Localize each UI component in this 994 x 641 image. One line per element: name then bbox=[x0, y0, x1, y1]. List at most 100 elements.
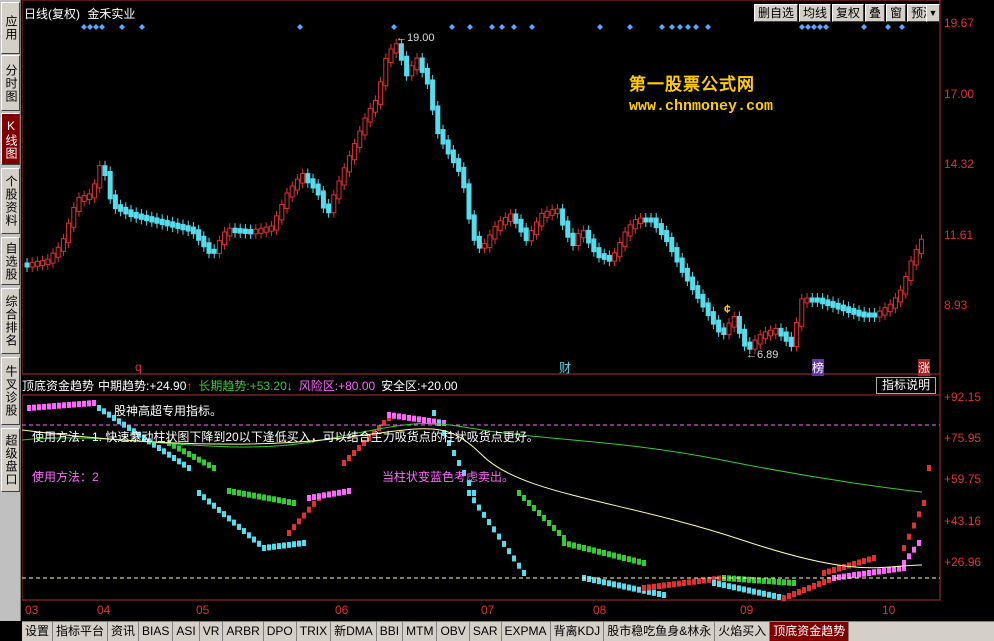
candle-body bbox=[352, 143, 358, 161]
indicator-bar bbox=[117, 418, 121, 425]
candle-body bbox=[294, 178, 300, 191]
indicator-bar bbox=[602, 579, 606, 586]
sidebar-tab[interactable]: 牛叉诊股 bbox=[1, 357, 20, 425]
indicator-tab[interactable]: OBV bbox=[437, 622, 470, 641]
indicator-help-button[interactable]: 指标说明 bbox=[876, 377, 937, 394]
indicator-bar bbox=[787, 579, 791, 586]
candle-body bbox=[700, 293, 706, 308]
signal-diamond-icon bbox=[705, 24, 711, 30]
indicator-tab[interactable]: BIAS bbox=[139, 622, 174, 641]
indicator-value-number: +20.00 bbox=[420, 379, 458, 393]
indicator-bar bbox=[197, 456, 201, 463]
indicator-bar bbox=[287, 541, 291, 548]
indicator-bar bbox=[627, 584, 631, 591]
indicator-bar bbox=[427, 417, 431, 424]
candle-body bbox=[731, 315, 737, 328]
candle-body bbox=[918, 238, 924, 255]
event-mark-q[interactable]: q bbox=[135, 360, 142, 374]
indicator-bar bbox=[827, 568, 831, 575]
sidebar-tab[interactable]: 个股资料 bbox=[1, 168, 20, 234]
candle-body bbox=[107, 171, 113, 200]
period-label[interactable]: 日线(复权) bbox=[24, 7, 80, 21]
candle-body bbox=[138, 213, 144, 220]
signal-diamond-icon bbox=[861, 24, 867, 30]
indicator-bar bbox=[502, 540, 506, 547]
indicator-tab[interactable]: 背离KDJ bbox=[551, 622, 605, 641]
indicator-bar bbox=[337, 489, 341, 496]
toolbar-dropdown-icon[interactable]: ▼ bbox=[926, 4, 940, 22]
toolbar-button[interactable]: 删自选 bbox=[754, 4, 799, 22]
indicator-tab[interactable]: 设置 bbox=[22, 622, 54, 641]
sidebar-tab[interactable]: 应用 bbox=[1, 2, 20, 54]
toolbar-button[interactable]: 叠 bbox=[865, 4, 886, 22]
indicator-bar bbox=[292, 524, 296, 531]
indicator-bar bbox=[182, 461, 186, 468]
candle-body bbox=[882, 307, 888, 316]
candle-body bbox=[825, 299, 831, 307]
indicator-bar bbox=[207, 462, 211, 469]
candle-body bbox=[279, 203, 285, 221]
candle-body bbox=[695, 285, 701, 299]
indicator-bar bbox=[307, 506, 311, 513]
indicator-tab[interactable]: SAR bbox=[470, 622, 502, 641]
event-mark-finance[interactable]: 财 bbox=[559, 359, 571, 376]
indicator-tab[interactable]: VR bbox=[200, 622, 224, 641]
signal-diamond-icon bbox=[529, 24, 535, 30]
indicator-bar bbox=[37, 404, 41, 411]
indicator-tab[interactable]: 顶底资金趋势 bbox=[770, 622, 850, 641]
candle-body bbox=[123, 206, 129, 215]
toolbar-button[interactable]: 均线 bbox=[799, 4, 832, 22]
candle-body bbox=[612, 252, 618, 262]
indicator-bar bbox=[762, 590, 766, 597]
indicator-tab[interactable]: EXPMA bbox=[502, 622, 551, 641]
indicator-tab[interactable]: TRIX bbox=[297, 622, 332, 641]
indicator-tab[interactable]: 指标平台 bbox=[53, 622, 109, 641]
signal-diamond-icon bbox=[93, 24, 99, 30]
price-chart[interactable] bbox=[22, 0, 994, 601]
candle-body bbox=[232, 227, 238, 234]
candle-body bbox=[492, 225, 498, 240]
signal-diamond-icon bbox=[391, 24, 397, 30]
indicator-bar bbox=[812, 583, 816, 589]
indicator-note-2: 使用方法：1. 快速紫动柱状图下降到20以下逢低买入，可以结合主力吸货点的柱状吸… bbox=[32, 430, 539, 444]
indicator-name[interactable]: 顶底资金趋势 bbox=[22, 378, 94, 395]
candle-body bbox=[658, 223, 664, 236]
candle-body bbox=[908, 260, 914, 282]
sidebar-tab[interactable]: 综合排名 bbox=[1, 288, 20, 354]
event-mark-list[interactable]: 榜 bbox=[812, 359, 825, 376]
indicator-bar bbox=[62, 402, 66, 409]
indicator-bar bbox=[242, 490, 246, 497]
sidebar-tab[interactable]: 分时图 bbox=[1, 55, 20, 111]
indicator-tab[interactable]: 股市稳吃鱼身&林永 bbox=[604, 622, 716, 641]
candle-body bbox=[320, 190, 326, 209]
candle-body bbox=[149, 216, 155, 223]
indicator-bar bbox=[352, 450, 356, 456]
indicator-bar bbox=[82, 400, 86, 407]
indicator-bar bbox=[732, 575, 736, 582]
sidebar-tab[interactable]: 超级盘口 bbox=[1, 428, 20, 492]
indicator-tab[interactable]: 资讯 bbox=[108, 622, 140, 641]
indicator-tab[interactable]: DPO bbox=[264, 622, 297, 641]
indicator-tab[interactable]: ARBR bbox=[223, 622, 264, 641]
indicator-tab[interactable]: 火焰买入 bbox=[715, 622, 771, 641]
indicator-tab[interactable]: ASI bbox=[173, 622, 200, 641]
toolbar-button[interactable]: 窗 bbox=[886, 4, 907, 22]
indicator-tab[interactable]: BBI bbox=[377, 622, 404, 641]
candle-body bbox=[34, 260, 40, 267]
indicator-tab[interactable]: MTM bbox=[403, 622, 438, 641]
indicator-bar bbox=[97, 405, 101, 411]
candle-body bbox=[851, 308, 857, 315]
indicator-value: 风险区:+80.00 bbox=[299, 379, 375, 393]
indicator-tab[interactable]: 新DMA bbox=[331, 622, 377, 641]
sidebar-tab[interactable]: K线图 bbox=[1, 113, 20, 165]
candle-body bbox=[341, 167, 347, 186]
toolbar-button[interactable]: 复权 bbox=[832, 4, 865, 22]
indicator-bar bbox=[907, 533, 911, 540]
high-price-label: 19.00 bbox=[407, 32, 435, 44]
indicator-axis-label: +92.15 bbox=[944, 390, 982, 404]
event-mark-rise[interactable]: 涨 bbox=[918, 359, 931, 376]
candle-body bbox=[409, 65, 415, 77]
indicator-bar bbox=[612, 581, 616, 588]
candle-body bbox=[627, 224, 633, 237]
sidebar-tab[interactable]: 自选股 bbox=[1, 237, 20, 285]
